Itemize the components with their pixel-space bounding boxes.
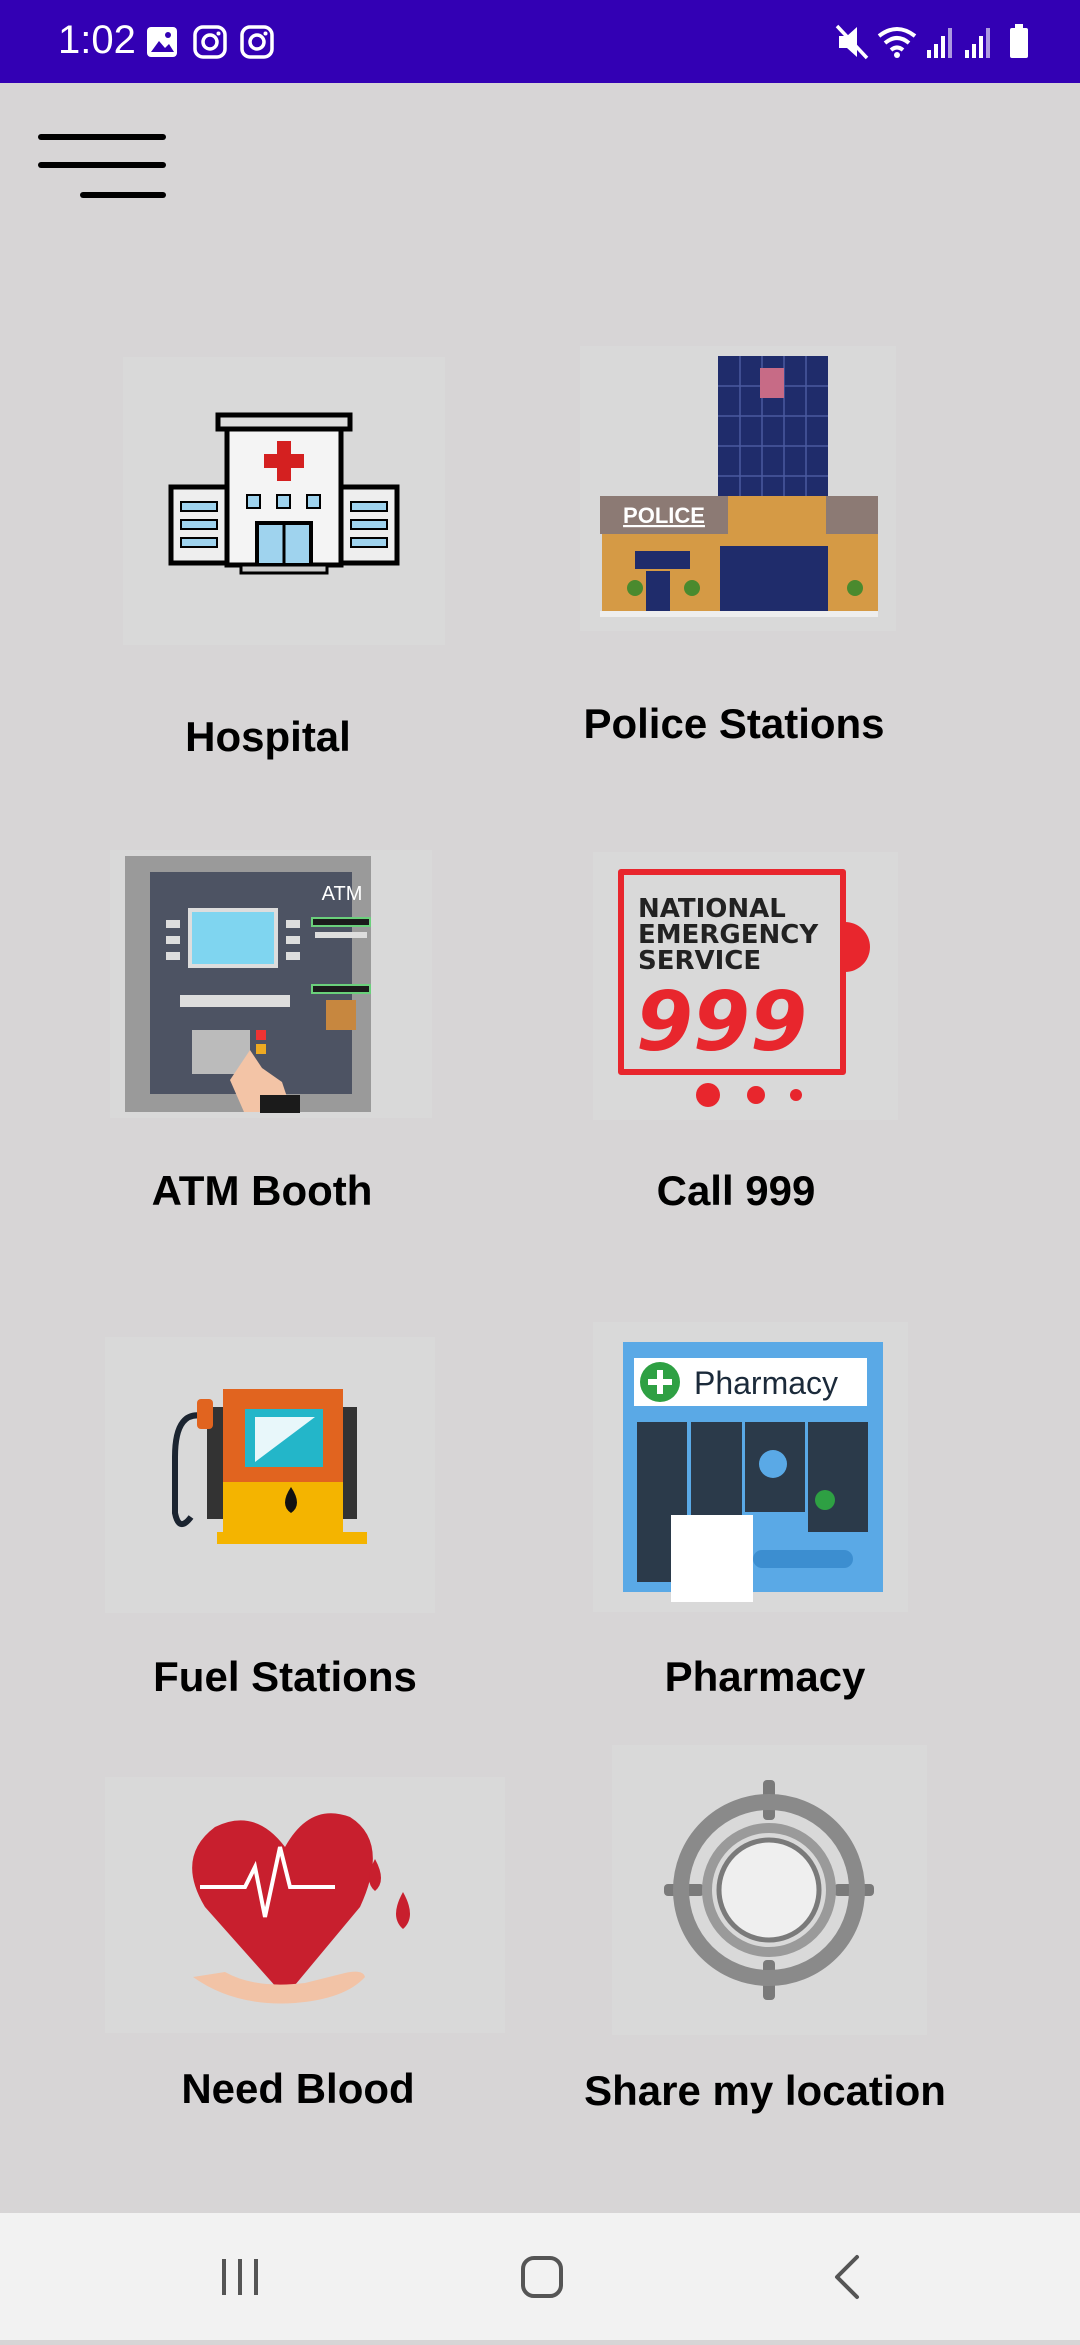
signal-icon [965, 28, 990, 58]
status-time: 1:02 [58, 18, 136, 62]
atm-sign: ATM [322, 883, 363, 905]
call-999-icon: NATIONAL EMERGENCY SERVICE 999 [593, 852, 898, 1120]
pharmacy-icon: Pharmacy [593, 1322, 908, 1612]
hamburger-menu-icon[interactable] [38, 130, 168, 205]
blood-heart-icon [105, 1777, 505, 2033]
wifi-icon [877, 27, 917, 58]
hospital-icon [123, 357, 445, 645]
location-target-icon [612, 1745, 927, 2035]
police-sign: POLICE [623, 503, 705, 528]
recent-apps-icon[interactable] [222, 2259, 258, 2295]
tile-label: Fuel Stations [153, 1653, 417, 1700]
back-icon[interactable] [835, 2255, 859, 2299]
atm-icon: ATM [110, 850, 432, 1118]
tile-label: Pharmacy [664, 1653, 866, 1700]
tile-label: ATM Booth [151, 1167, 373, 1214]
navigation-bar [0, 2213, 1080, 2340]
instagram-icon [240, 25, 274, 59]
tile-label: Need Blood [181, 2065, 415, 2112]
police-station-icon: POLICE [580, 346, 896, 631]
sign-line: SERVICE [638, 946, 761, 976]
gallery-icon [147, 27, 177, 57]
tile-label: Share my location [584, 2067, 946, 2114]
status-bar: 1:02 [0, 0, 1080, 83]
home-icon[interactable] [521, 2256, 563, 2298]
fuel-pump-icon [105, 1337, 435, 1613]
signal-icon [927, 28, 952, 58]
instagram-icon [193, 25, 227, 59]
notification-icons [145, 24, 275, 65]
tile-label: Call 999 [656, 1167, 816, 1214]
pharmacy-sign: Pharmacy [694, 1365, 838, 1401]
tile-label: Police Stations [583, 700, 885, 747]
sign-number: 999 [636, 975, 807, 1070]
tile-label: Hospital [185, 713, 351, 760]
system-status-icons [835, 22, 1040, 67]
battery-icon [1010, 24, 1028, 58]
mute-icon [835, 24, 869, 60]
